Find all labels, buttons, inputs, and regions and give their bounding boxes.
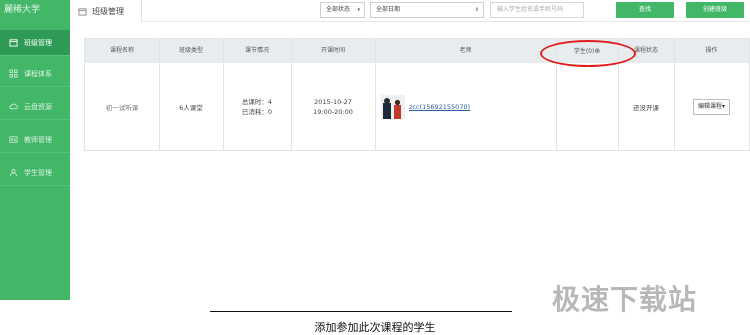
date-select[interactable]: 全部日期 ⇕ (370, 2, 484, 18)
top-toolbar: 班级管理 全部状态 ▾ 全部日期 ⇕ 输入学生姓名或手机号码 查找 创建班级 (70, 0, 750, 22)
column-header: 老师 (459, 47, 472, 54)
teacher-link[interactable]: zcc(15692155070) (409, 103, 470, 111)
teacher-cell: zcc(15692155070) (375, 63, 556, 150)
class-table: 课程名称 班级类型 课节情况 开课时间 老师 学生(0)⊕ 课程状态 操作 初一… (84, 38, 750, 151)
lessons-used: 已消耗：0 (241, 107, 273, 116)
edit-course-button[interactable]: 编辑课程▾ (692, 98, 731, 115)
status-select[interactable]: 全部状态 ▾ (320, 2, 365, 18)
cloud-icon (8, 102, 18, 112)
column-header: 课程名称 (109, 47, 134, 54)
table-header: 课程名称 班级类型 课节情况 开课时间 老师 学生(0)⊕ 课程状态 操作 (85, 39, 749, 63)
sidebar-item-label: 教师管理 (24, 135, 52, 144)
chevron-down-icon: ▾ (722, 102, 726, 110)
start-date: 2015-10-27 (314, 97, 352, 106)
start-time: 2015-10-27 19:00-20:00 (291, 63, 375, 150)
divider (674, 39, 675, 150)
status-select-value: 全部状态 (326, 6, 351, 13)
divider (159, 39, 160, 150)
sidebar-item-teacher-management[interactable]: 教师管理 (0, 127, 70, 153)
person-icon (8, 168, 18, 178)
sidebar-item-label: 学生管理 (24, 168, 52, 177)
watermark: 极速下载站 (552, 283, 698, 316)
column-header: 班级类型 (178, 47, 203, 54)
edit-course-label: 编辑课程 (697, 102, 722, 110)
divider (291, 39, 292, 150)
search-placeholder: 输入学生姓名或手机号码 (497, 6, 564, 13)
caption-text: 添加参加此次课程的学生 (314, 321, 436, 334)
sidebar-item-cloud-resources[interactable]: 云盘资源 (0, 94, 70, 120)
table-row: 初一试听课 6人课堂 总课时：4 已消耗：0 2015-10-27 19:00-… (85, 63, 749, 150)
sidebar-item-label: 课程体系 (24, 69, 52, 78)
id-card-icon (8, 135, 18, 145)
lesson-summary: 总课时：4 已消耗：0 (223, 63, 291, 150)
caption-divider (210, 311, 512, 312)
date-select-value: 全部日期 (376, 6, 401, 13)
calendar-icon (78, 7, 92, 16)
course-name: 初一试听课 (105, 103, 139, 112)
class-type: 6人课堂 (179, 103, 203, 112)
chevron-down-icon: ⇕ (474, 7, 479, 13)
search-button[interactable]: 查找 (616, 2, 674, 18)
students-cell (556, 63, 618, 150)
sidebar-item-class-management[interactable]: 班级管理 (0, 30, 70, 56)
tab-label: 班级管理 (92, 6, 124, 16)
column-header: 操作 (705, 47, 718, 54)
action-cell: 编辑课程▾ (674, 63, 749, 150)
grid-icon (8, 69, 18, 79)
lessons-total: 总课时：4 (241, 97, 273, 106)
avatar (381, 94, 405, 119)
sidebar-item-label: 班级管理 (24, 38, 52, 47)
course-status: 还没开课 (633, 103, 659, 112)
brand-name: 麗稀大学 (4, 5, 41, 15)
calendar-icon (8, 38, 18, 48)
sidebar-item-student-management[interactable]: 学生管理 (0, 160, 70, 186)
divider (223, 39, 224, 150)
tab-class-management[interactable]: 班级管理 (70, 0, 142, 22)
sidebar-item-course-system[interactable]: 课程体系 (0, 61, 70, 87)
column-header: 课节情况 (244, 47, 269, 54)
create-class-button[interactable]: 创建班级 (686, 2, 744, 18)
highlight-ellipse (540, 40, 636, 67)
search-input[interactable]: 输入学生姓名或手机号码 (490, 2, 584, 18)
sidebar: 麗稀大学 班级管理 课程体系 云盘资源 教师管理 学生管理 (0, 0, 70, 300)
start-time-range: 19:00-20:00 (313, 107, 353, 116)
chevron-down-icon: ▾ (357, 7, 360, 13)
sidebar-item-label: 云盘资源 (24, 102, 52, 111)
divider (375, 39, 376, 150)
column-header: 开课时间 (320, 47, 345, 54)
